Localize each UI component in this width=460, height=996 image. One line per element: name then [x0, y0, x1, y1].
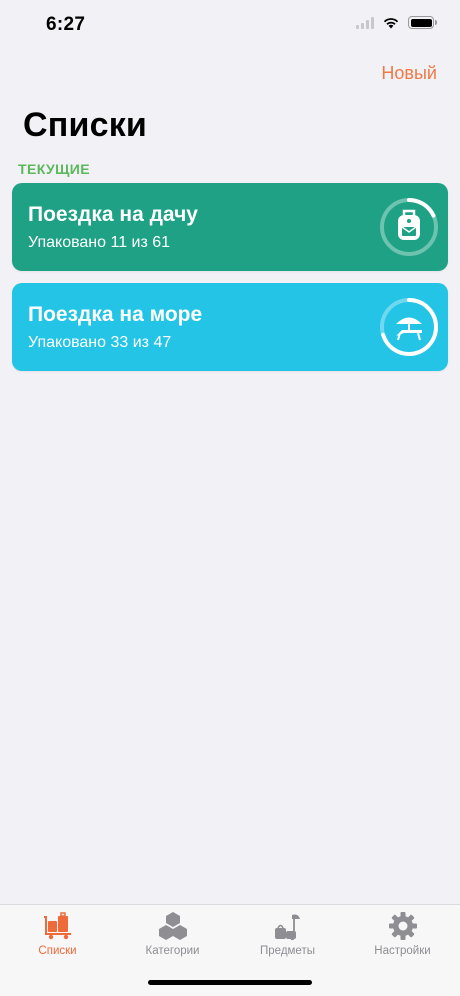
- battery-icon: [408, 16, 437, 29]
- wifi-icon: [383, 18, 399, 29]
- home-indicator: [148, 980, 312, 985]
- backpack-icon: [398, 209, 420, 240]
- tab-settings[interactable]: Настройки: [345, 905, 460, 965]
- beach-icon: [396, 317, 422, 341]
- luggage-cart-icon: [44, 912, 71, 940]
- umbrella-bags-icon: [275, 914, 300, 941]
- tab-label: Предметы: [260, 945, 315, 957]
- list-card-more[interactable]: Поездка на море Упаковано 33 из 47: [12, 283, 448, 371]
- tab-categories[interactable]: Категории: [115, 905, 230, 965]
- list-card-title: Поездка на дачу: [28, 203, 198, 226]
- section-header-current: ТЕКУЩИЕ: [18, 161, 90, 177]
- tab-label: Категории: [145, 945, 200, 957]
- status-bar: 6:27: [0, 0, 460, 50]
- progress-ring: [380, 198, 438, 256]
- list-card-dacha[interactable]: Поездка на дачу Упаковано 11 из 61: [12, 183, 448, 271]
- tab-lists[interactable]: Списки: [0, 905, 115, 965]
- gear-icon: [389, 912, 417, 940]
- progress-ring: [380, 298, 438, 356]
- tab-items[interactable]: Предметы: [230, 905, 345, 965]
- list-card-progress-text: Упаковано 11 из 61: [28, 234, 171, 251]
- new-list-button[interactable]: Новый: [381, 63, 437, 84]
- tab-label: Настройки: [374, 945, 431, 957]
- hexagons-icon: [159, 912, 187, 940]
- list-card-title: Поездка на море: [28, 303, 203, 326]
- tab-label: Списки: [38, 945, 77, 957]
- status-time: 6:27: [46, 14, 86, 35]
- cellular-signal-icon: [356, 16, 374, 29]
- status-icons: [356, 16, 437, 29]
- list-card-progress-text: Упаковано 33 из 47: [28, 334, 172, 351]
- page-title: Списки: [23, 106, 148, 144]
